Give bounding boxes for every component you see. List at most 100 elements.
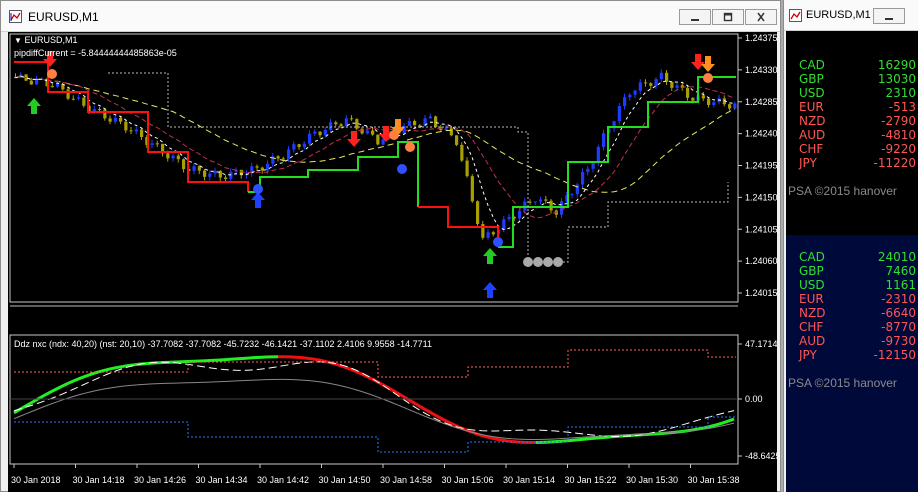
candle-body — [329, 122, 333, 130]
buy-arrow-icon — [483, 248, 497, 264]
pivot-dot — [553, 257, 563, 267]
chart-titlebar[interactable]: EURUSD,M1 — [1, 1, 780, 32]
candle-body — [302, 143, 306, 147]
candle-body — [602, 133, 606, 147]
strength-minimize-button[interactable] — [873, 8, 905, 24]
candle-body — [644, 82, 648, 84]
strength-value: 7460 — [885, 264, 916, 278]
chart-window[interactable]: EURUSD,M1 1.24375 1.24330 1.24285 1.24240 1.… — [0, 0, 781, 492]
currency-code: EUR — [799, 100, 824, 114]
candle-body — [733, 103, 737, 109]
strength-row-aud: AUD -4810 — [786, 128, 918, 142]
oscillator-falling-line — [277, 355, 537, 445]
strength-value: -9730 — [881, 334, 916, 348]
strength-value: -4810 — [881, 128, 916, 142]
strength-value: -11220 — [873, 156, 916, 170]
sell-arrow-icon — [691, 54, 705, 70]
minimize-icon — [885, 18, 893, 20]
price-label: 1.24105 — [745, 224, 777, 234]
oscillator-rising-line — [13, 355, 279, 415]
close-button[interactable] — [745, 9, 777, 25]
candle-body — [103, 109, 107, 119]
signal-dot — [397, 164, 407, 174]
candle-body — [182, 159, 186, 170]
price-chart[interactable]: 1.24375 1.24330 1.24285 1.24240 1.24195 1.241… — [8, 32, 777, 492]
copyright-text: PSA ©2015 hanover — [788, 376, 897, 390]
candle-body — [134, 129, 138, 132]
candle-body — [575, 184, 579, 195]
candle-body — [670, 81, 674, 88]
candle-body — [712, 102, 716, 106]
candle-body — [308, 133, 312, 144]
candle-body — [596, 146, 600, 163]
strength-titlebar[interactable]: EURUSD,M1 — [784, 0, 918, 31]
signal-dot — [405, 142, 415, 152]
candle-body — [586, 168, 590, 172]
candle-body — [449, 128, 453, 136]
candle-body — [140, 129, 144, 137]
strength-window[interactable]: EURUSD,M1 CAD 16290 GBP 13030 USD 2310 EUR -513… — [783, 0, 918, 492]
time-label: 30 Jan 15:14 — [503, 475, 555, 485]
trend-down-line-2 — [418, 206, 499, 247]
strength-value: 1161 — [885, 278, 916, 292]
candle-body — [502, 219, 506, 230]
candle-body — [591, 162, 595, 169]
currency-code: EUR — [799, 292, 824, 306]
currency-code: CHF — [799, 320, 824, 334]
chart-canvas[interactable]: 1.24375 1.24330 1.24285 1.24240 1.24195 1.241… — [8, 32, 777, 492]
indicator-axis-label: -48.6425 — [745, 451, 777, 461]
strength-row-eur: EUR -513 — [786, 100, 918, 114]
candle-body — [71, 98, 75, 100]
strength-value: -6640 — [881, 306, 916, 320]
price-label: 1.24240 — [745, 129, 777, 139]
candle-body — [334, 122, 338, 125]
currency-code: CAD — [799, 250, 825, 264]
sell-arrow-icon — [701, 56, 715, 72]
strength-row-eur: EUR -2310 — [786, 292, 918, 306]
signal-dot — [389, 130, 399, 140]
time-label: 30 Jan 14:58 — [380, 475, 432, 485]
candle-body — [476, 201, 480, 224]
candle-body — [444, 128, 448, 131]
candle-body — [407, 121, 411, 126]
strength-row-chf: CHF -8770 — [786, 320, 918, 334]
candle-body — [318, 131, 322, 136]
pivot-dot — [523, 257, 533, 267]
candle-body — [434, 116, 438, 128]
candle-body — [376, 134, 380, 145]
candle-body — [82, 97, 86, 106]
buy-arrow-icon — [27, 98, 41, 114]
price-label: 1.24150 — [745, 192, 777, 202]
candle-body — [365, 130, 369, 134]
candle-body — [649, 83, 653, 86]
strength-window-title: EURUSD,M1 — [806, 9, 871, 21]
candle-body — [528, 201, 532, 203]
candle-body — [108, 118, 112, 122]
trend-up-line-2 — [498, 76, 736, 248]
strength-canvas: CAD 16290 GBP 13030 USD 2310 EUR -513 NZD -2790 AU… — [786, 31, 918, 492]
currency-code: NZD — [799, 306, 826, 320]
pivot-dot — [533, 257, 543, 267]
candle-body — [455, 135, 459, 145]
candle-body — [665, 72, 669, 82]
price-label: 1.24285 — [745, 97, 777, 107]
time-label: 30 Jan 14:18 — [73, 475, 125, 485]
collapse-triangle-icon: ▼ — [14, 36, 22, 45]
candle-body — [570, 194, 574, 196]
candle-body — [287, 149, 291, 159]
candle-body — [659, 72, 663, 80]
candle-body — [428, 116, 432, 119]
restore-button[interactable] — [712, 9, 744, 25]
strength-value: 2310 — [885, 86, 916, 100]
candle-body — [323, 129, 327, 136]
candle-body — [418, 125, 422, 127]
strength-value: -8770 — [881, 320, 916, 334]
strength-panel-1: CAD 16290 GBP 13030 USD 2310 EUR -513 NZD -2790 AU… — [786, 31, 918, 235]
time-label: 30 Jan 14:42 — [257, 475, 309, 485]
minimize-button[interactable] — [679, 9, 711, 25]
chart-window-title: EURUSD,M1 — [28, 10, 99, 24]
candle-body — [507, 216, 511, 220]
strength-row-gbp: GBP 13030 — [786, 72, 918, 86]
candle-body — [297, 144, 301, 147]
candle-body — [707, 98, 711, 106]
